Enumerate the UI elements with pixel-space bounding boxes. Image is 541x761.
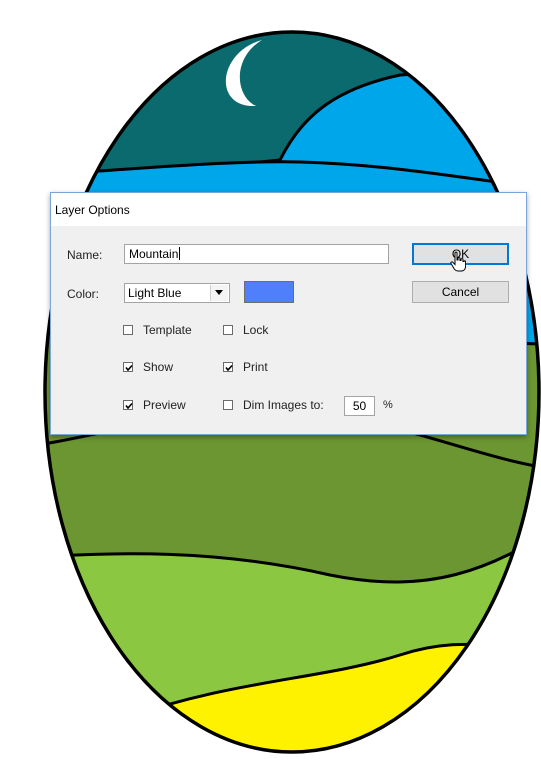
checkmark-icon — [225, 364, 233, 372]
color-label: Color: — [67, 287, 100, 301]
print-checkbox[interactable] — [223, 362, 233, 372]
checkmark-icon — [125, 364, 133, 372]
dim-images-label: Dim Images to: — [243, 398, 324, 412]
lock-checkbox[interactable] — [223, 325, 233, 335]
dialog-titlebar[interactable]: Layer Options — [51, 193, 526, 226]
layer-name-input[interactable]: Mountain — [124, 244, 389, 264]
preview-label: Preview — [143, 398, 186, 412]
name-label: Name: — [67, 248, 103, 262]
dim-percent-value: 50 — [352, 399, 367, 413]
layer-name-value: Mountain — [129, 247, 179, 261]
dim-images-checkbox[interactable] — [223, 400, 233, 410]
show-checkbox[interactable] — [123, 362, 133, 372]
cancel-button[interactable]: Cancel — [412, 281, 509, 303]
checkmark-icon — [125, 402, 133, 410]
dialog-title: Layer Options — [55, 203, 130, 217]
layer-color-select[interactable]: Light Blue — [124, 283, 230, 303]
layer-color-value: Light Blue — [128, 286, 182, 300]
percent-unit-label: % — [383, 399, 393, 411]
layer-options-dialog: Layer Options Name: Mountain OK Cancel C… — [50, 192, 527, 435]
lock-label: Lock — [243, 323, 269, 337]
dim-percent-input[interactable]: 50 — [344, 396, 375, 416]
preview-checkbox[interactable] — [123, 400, 133, 410]
hand-cursor-icon — [450, 251, 466, 272]
print-label: Print — [243, 360, 268, 374]
layer-color-swatch[interactable] — [244, 281, 294, 303]
chevron-down-icon[interactable] — [210, 285, 228, 301]
template-checkbox[interactable] — [123, 325, 133, 335]
template-label: Template — [143, 323, 192, 337]
text-caret — [179, 247, 181, 260]
show-label: Show — [143, 360, 174, 374]
